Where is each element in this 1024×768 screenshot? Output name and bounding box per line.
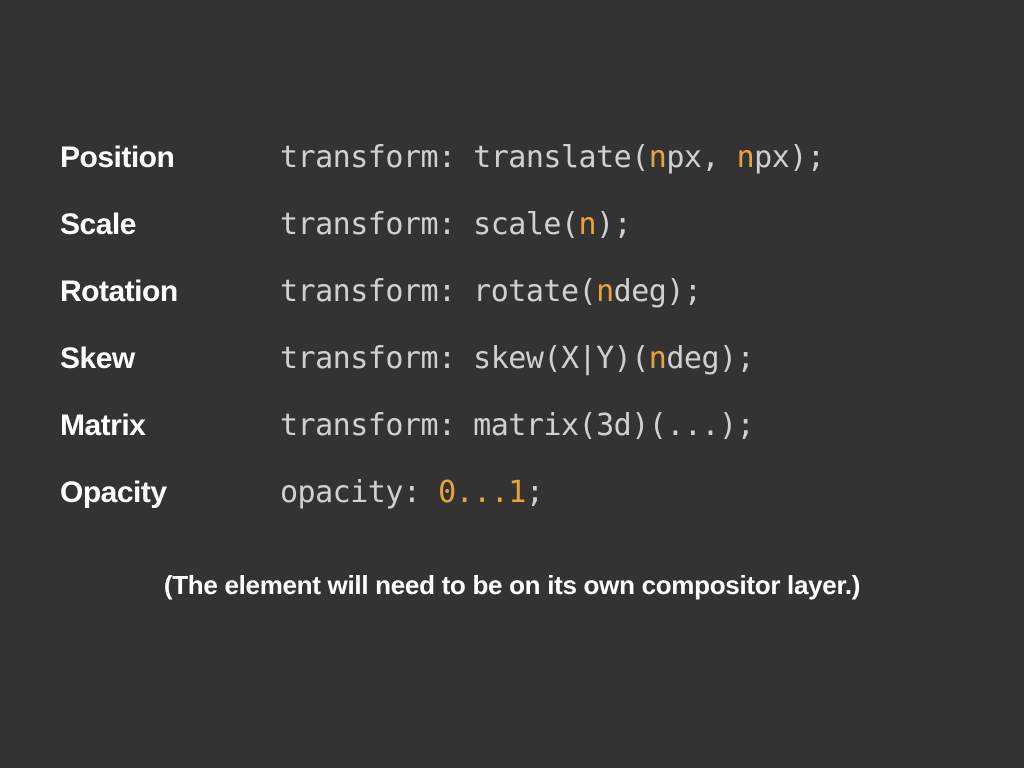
row-code: transform: scale(n); xyxy=(280,207,631,242)
slide: Positiontransform: translate(npx, npx);S… xyxy=(0,0,1024,768)
code-text: opacity: xyxy=(280,475,438,510)
code-text: deg); xyxy=(666,341,754,376)
table-row: Opacityopacity: 0...1; xyxy=(60,475,964,510)
table-row: Matrixtransform: matrix(3d)(...); xyxy=(60,408,964,443)
code-text: transform: rotate( xyxy=(280,274,596,309)
code-text: px); xyxy=(754,140,824,175)
table-row: Rotationtransform: rotate(ndeg); xyxy=(60,274,964,309)
row-code: transform: rotate(ndeg); xyxy=(280,274,701,309)
table-row: Skewtransform: skew(X|Y)(ndeg); xyxy=(60,341,964,376)
table-row: Positiontransform: translate(npx, npx); xyxy=(60,140,964,175)
code-text: transform: skew(X|Y)( xyxy=(280,341,649,376)
code-variable: n xyxy=(649,341,667,376)
code-text: transform: scale( xyxy=(280,207,579,242)
row-code: opacity: 0...1; xyxy=(280,475,543,510)
code-text: deg); xyxy=(614,274,702,309)
code-text: ); xyxy=(596,207,631,242)
footnote: (The element will need to be on its own … xyxy=(60,570,964,601)
row-label: Position xyxy=(60,141,280,175)
row-label: Opacity xyxy=(60,476,280,510)
code-text: transform: translate( xyxy=(280,140,649,175)
row-code: transform: skew(X|Y)(ndeg); xyxy=(280,341,754,376)
row-label: Scale xyxy=(60,208,280,242)
row-label: Matrix xyxy=(60,409,280,443)
row-code: transform: matrix(3d)(...); xyxy=(280,408,754,443)
code-variable: n xyxy=(737,140,755,175)
code-text: ; xyxy=(526,475,544,510)
table-row: Scaletransform: scale(n); xyxy=(60,207,964,242)
row-code: transform: translate(npx, npx); xyxy=(280,140,824,175)
transform-table: Positiontransform: translate(npx, npx);S… xyxy=(60,140,964,510)
code-variable: n xyxy=(596,274,614,309)
code-variable: n xyxy=(579,207,597,242)
code-variable: 0...1 xyxy=(438,475,526,510)
row-label: Skew xyxy=(60,342,280,376)
code-variable: n xyxy=(649,140,667,175)
code-text: transform: matrix(3d)(...); xyxy=(280,408,754,443)
code-text: px, xyxy=(666,140,736,175)
row-label: Rotation xyxy=(60,275,280,309)
